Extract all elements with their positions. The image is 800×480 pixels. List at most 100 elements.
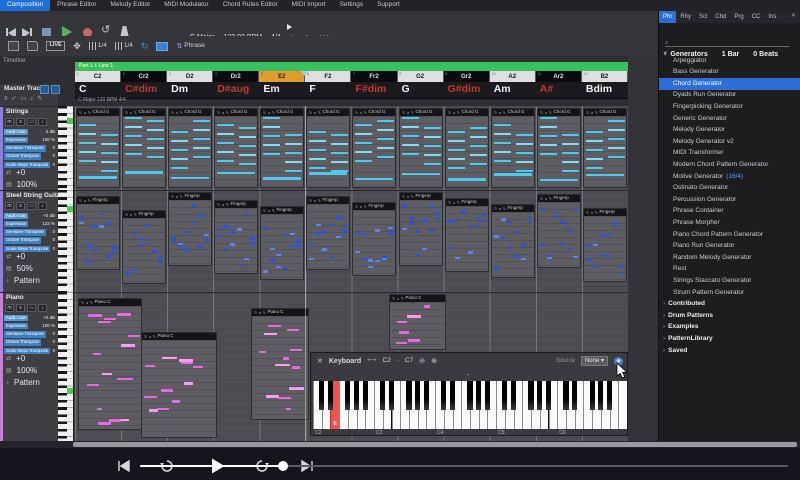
skip-previous-button[interactable] bbox=[115, 458, 131, 474]
chord-label-Am[interactable]: Am bbox=[494, 84, 511, 95]
transpose-row[interactable]: ⇄+0 bbox=[6, 253, 25, 261]
clip-chord-g[interactable]: ↻a✎Chord G bbox=[537, 108, 581, 188]
clip-chord-g[interactable]: ↻a✎Chord G bbox=[168, 108, 212, 188]
clip-fingerp[interactable]: ↻a✎Fingerp bbox=[445, 198, 489, 272]
chord-label-Bdim[interactable]: Bdim bbox=[586, 84, 612, 95]
clip-fingerp[interactable]: ↻a✎Fingerp bbox=[168, 192, 212, 266]
clip-piano-c[interactable]: ↻a✎Piano C bbox=[141, 332, 217, 438]
browser-section-contributed[interactable]: ›Contributed bbox=[659, 299, 800, 311]
piano-black-key[interactable] bbox=[546, 381, 551, 410]
piano-black-key[interactable] bbox=[563, 381, 568, 410]
check-icon[interactable]: ✓ bbox=[12, 96, 17, 102]
generator-item-melody-generator[interactable]: Melody Generator bbox=[659, 125, 800, 137]
clip-chord-g[interactable]: ↻a✎Chord G bbox=[76, 108, 120, 188]
generator-item-generic-generator[interactable]: Generic Generator bbox=[659, 113, 800, 125]
playhead-marker[interactable] bbox=[301, 71, 309, 76]
measure-E2[interactable]: 5E2 bbox=[259, 71, 305, 82]
part-bar[interactable]: Part 1 + Line 1 bbox=[75, 62, 628, 71]
chord-label-Fsdim[interactable]: F#dim bbox=[355, 84, 386, 95]
generator-item-bass-generator[interactable]: Bass Generator bbox=[659, 67, 800, 79]
track-mini-keyboard[interactable] bbox=[58, 190, 74, 292]
menu-item-chord-rules-editor[interactable]: Chord Rules Editor bbox=[216, 0, 285, 11]
chord-label-Dsaug[interactable]: D#aug bbox=[217, 84, 249, 95]
insert-mode-icon[interactable]: ↻ bbox=[141, 42, 149, 51]
transpose-row[interactable]: ⇄+0 bbox=[6, 355, 25, 363]
chord-label-C[interactable]: C bbox=[79, 84, 87, 95]
generator-item-arpeggiator[interactable]: Arpeggiator bbox=[659, 55, 800, 67]
piano-black-key[interactable] bbox=[607, 381, 612, 410]
piano-black-key[interactable] bbox=[415, 381, 420, 410]
measure-Dr2[interactable]: 4Dr2 bbox=[213, 71, 259, 82]
measure-Gr2[interactable]: 9Gr2 bbox=[444, 71, 490, 82]
chord-label-As[interactable]: A# bbox=[540, 84, 553, 95]
h-scrollbar-thumb[interactable] bbox=[73, 442, 797, 447]
piano-black-key[interactable] bbox=[476, 381, 481, 410]
browser-tab-prg[interactable]: Prg bbox=[730, 11, 747, 23]
percent-row[interactable]: ▤100% bbox=[6, 367, 37, 375]
generator-item-strum-pattern-generator[interactable]: Strum Pattern Generator bbox=[659, 287, 800, 299]
browser-tab-chd[interactable]: Chd bbox=[711, 11, 730, 23]
clip-fingerp[interactable]: ↻a✎Fingerp bbox=[583, 208, 627, 282]
clip-fingerp[interactable]: ↻a✎Fingerp bbox=[399, 192, 443, 266]
param-row-expression[interactable]: Expression100 % bbox=[4, 322, 55, 330]
menu-item-settings[interactable]: Settings bbox=[333, 0, 371, 11]
param-row-semitone-transpose[interactable]: Semitone Transpose0 bbox=[4, 330, 55, 338]
param-row-audio-gain[interactable]: Audio Gain2 dB bbox=[4, 128, 55, 136]
mute-button[interactable]: m bbox=[5, 118, 14, 126]
clip-chord-g[interactable]: ↻a✎Chord G bbox=[122, 108, 166, 188]
clip-chord-g[interactable]: ↻a✎Chord G bbox=[352, 108, 396, 188]
generator-item-strings-staccato-generator[interactable]: Strings Staccato Generator bbox=[659, 275, 800, 287]
piano-black-key[interactable] bbox=[467, 381, 472, 410]
clip-piano-c[interactable]: ↻a✎Piano C bbox=[251, 308, 309, 420]
browser-tab-rhy[interactable]: Rhy bbox=[676, 11, 695, 23]
browser-tab-ins[interactable]: Ins bbox=[764, 11, 780, 23]
mute-button[interactable]: m bbox=[5, 202, 14, 210]
generator-item-rest[interactable]: Rest bbox=[659, 264, 800, 276]
generator-item-motive-generator[interactable]: Motive Generator(16/4) bbox=[659, 171, 800, 183]
pattern-row[interactable]: ♪Pattern bbox=[6, 277, 40, 285]
param-row-semitone-transpose[interactable]: Semitone Transpose0 bbox=[4, 144, 55, 152]
edit-icon[interactable]: ✎ bbox=[37, 96, 42, 102]
clip-chord-g[interactable]: ↻a✎Chord G bbox=[583, 108, 627, 188]
piano-black-key[interactable] bbox=[450, 381, 455, 410]
generator-item-ostinato-generator[interactable]: Ostinato Generator bbox=[659, 183, 800, 195]
piano-black-key[interactable] bbox=[424, 381, 429, 410]
piano-black-key[interactable] bbox=[528, 381, 533, 410]
piano-black-key[interactable] bbox=[590, 381, 595, 410]
param-row-octave-transpose[interactable]: Octave Transpose0 bbox=[4, 153, 55, 161]
phrase-view-icon[interactable]: ▭ bbox=[27, 304, 36, 312]
piano-black-key[interactable] bbox=[511, 381, 516, 410]
chord-label-Dm[interactable]: Dm bbox=[171, 84, 188, 95]
browser-section-examples[interactable]: ›Examples bbox=[659, 322, 800, 334]
clip-fingerp[interactable]: ↻a✎Fingerp bbox=[122, 210, 166, 284]
param-row-octave-transpose[interactable]: Octave Transpose0 bbox=[4, 237, 55, 245]
generator-item-phrase-container[interactable]: Phrase Container bbox=[659, 206, 800, 218]
clip-fingerp[interactable]: ↻a✎Fingerp bbox=[537, 194, 581, 268]
param-row-audio-gain[interactable]: Audio Gain+0 dB bbox=[4, 314, 55, 322]
measure-Ar2[interactable]: 11Ar2 bbox=[536, 71, 582, 82]
generator-item-chord-generator[interactable]: Chord Generator bbox=[659, 78, 800, 90]
generator-item-fingerpicking-generator[interactable]: Fingerpicking Generator bbox=[659, 101, 800, 113]
piano-keyboard[interactable]: E bbox=[313, 381, 627, 429]
param-row-octave-transpose[interactable]: Octave Transpose0 bbox=[4, 339, 55, 347]
measure-G2[interactable]: 8G2 bbox=[398, 71, 444, 82]
track-mini-keyboard[interactable] bbox=[58, 106, 74, 190]
menu-item-composition[interactable]: Composition bbox=[0, 0, 50, 11]
clip-piano-c[interactable]: ↻a✎Piano C bbox=[78, 298, 142, 430]
clip-fingerp[interactable]: ↻a✎Fingerp bbox=[214, 200, 258, 274]
param-row-audio-gain[interactable]: Audio Gain+0 dB bbox=[4, 212, 55, 220]
generator-item-percussion-generator[interactable]: Percussion Generator bbox=[659, 194, 800, 206]
generator-item-dyads-run-generator[interactable]: Dyads Run Generator bbox=[659, 90, 800, 102]
clip-piano-c[interactable]: ↻a✎Piano C bbox=[389, 294, 446, 350]
piano-black-key[interactable] bbox=[441, 381, 446, 410]
note-icon[interactable]: ♪ bbox=[30, 96, 33, 102]
transpose-row[interactable]: ⇄+0 bbox=[6, 169, 25, 177]
piano-white-key[interactable] bbox=[618, 381, 627, 429]
piano-black-key[interactable] bbox=[389, 381, 394, 410]
mute-button[interactable]: m bbox=[5, 304, 14, 312]
solo-button[interactable]: s bbox=[16, 118, 25, 126]
piano-black-key[interactable] bbox=[572, 381, 577, 410]
track-name[interactable]: Steel String Guitar bbox=[6, 193, 58, 200]
piano-black-key[interactable] bbox=[537, 381, 542, 410]
clip-fingerp[interactable]: ↻a✎Fingerp bbox=[352, 202, 396, 276]
